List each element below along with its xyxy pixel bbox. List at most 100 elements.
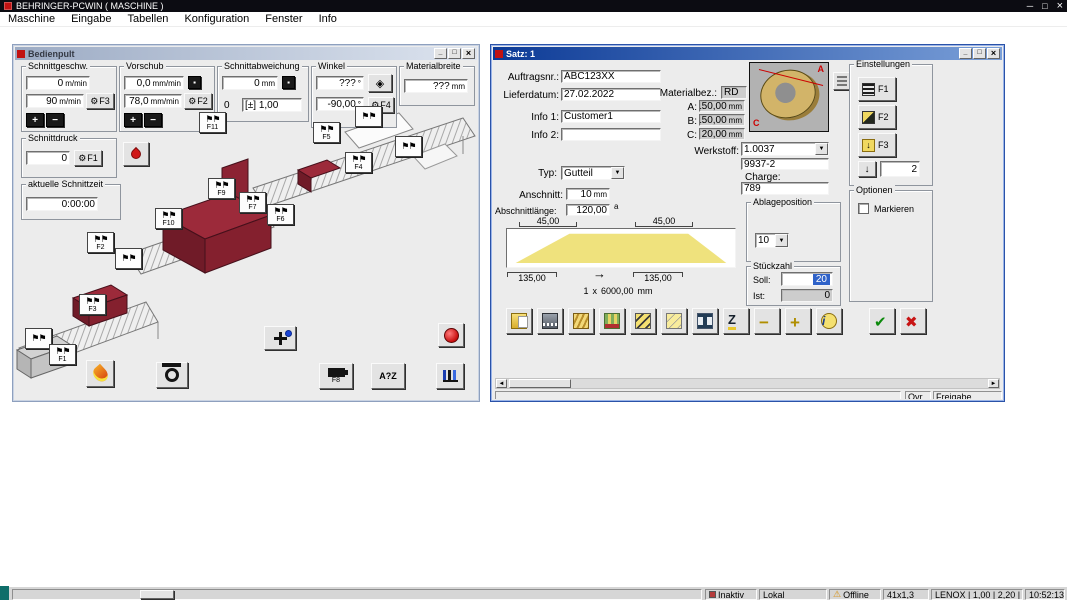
app-minimize-button[interactable] bbox=[1027, 1, 1033, 11]
machine-button-f3[interactable]: F3 bbox=[79, 294, 106, 315]
tolerance-field[interactable]: [±] 1,00 bbox=[242, 98, 302, 112]
vorschub-settings-button[interactable]: F2 bbox=[184, 93, 212, 109]
minimize-button[interactable] bbox=[959, 48, 972, 59]
machine-button-n2[interactable] bbox=[355, 106, 382, 127]
machine-button-f2[interactable]: F2 bbox=[87, 232, 114, 253]
stop-button[interactable] bbox=[438, 323, 464, 347]
werkstoff-name-field[interactable]: 9937-2 bbox=[741, 158, 829, 170]
menu-item-konfiguration[interactable]: Konfiguration bbox=[176, 13, 257, 25]
pallet-button[interactable] bbox=[599, 308, 625, 334]
scroll-right-button[interactable] bbox=[988, 379, 999, 388]
length: 6000,00 bbox=[601, 286, 634, 296]
charge-field[interactable]: 789 bbox=[741, 182, 829, 195]
info2-field[interactable] bbox=[561, 128, 661, 141]
machine-button-f5[interactable]: F5 bbox=[313, 122, 340, 143]
group-label: Materialbreite bbox=[404, 61, 463, 71]
einstellungen-count-field[interactable]: 2 bbox=[880, 161, 920, 177]
horizontal-scrollbar[interactable] bbox=[495, 378, 1000, 389]
machine-button-f6[interactable]: F6 bbox=[267, 204, 294, 225]
machine-button-f11[interactable]: F11 bbox=[199, 112, 226, 133]
material-stack-button[interactable] bbox=[568, 308, 594, 334]
mdi-scroll-thumb[interactable] bbox=[140, 590, 174, 599]
machine-button-f9[interactable]: F9 bbox=[208, 178, 235, 199]
anschnitt-field[interactable]: 10mm bbox=[566, 188, 610, 200]
menu-item-tabellen[interactable]: Tabellen bbox=[119, 13, 176, 25]
schnittgeschw-increase-button[interactable] bbox=[26, 113, 44, 127]
markieren-checkbox[interactable] bbox=[858, 203, 869, 214]
vorschub-increase-button[interactable] bbox=[124, 113, 142, 127]
close-button[interactable] bbox=[987, 48, 1000, 59]
minimize-button[interactable] bbox=[434, 48, 447, 59]
bedienpult-titlebar[interactable]: Bedienpult bbox=[15, 47, 477, 60]
schnittgeschw-settings-button[interactable]: F3 bbox=[86, 93, 114, 109]
winkel-target-button[interactable] bbox=[368, 74, 392, 92]
schnittdruck-settings-button[interactable]: F1 bbox=[74, 150, 102, 166]
schnittdruck-field[interactable]: 0 bbox=[26, 151, 70, 165]
coolant-button[interactable] bbox=[123, 142, 149, 166]
vorschub-mode-button[interactable] bbox=[188, 76, 201, 89]
auftragsnr-field[interactable]: ABC123XX bbox=[561, 70, 661, 83]
vorschub-decrease-button[interactable] bbox=[144, 113, 162, 127]
saw-band-button[interactable] bbox=[537, 308, 563, 334]
typ-combo[interactable]: Gutteil bbox=[561, 166, 625, 180]
info1-field[interactable]: Customer1 bbox=[561, 110, 661, 123]
chevron-down-icon[interactable] bbox=[775, 234, 788, 247]
abschnitt-field[interactable]: 120,00 bbox=[566, 204, 610, 216]
position-button[interactable] bbox=[264, 326, 296, 350]
ablageposition-combo[interactable]: 10 bbox=[755, 233, 789, 248]
machine-button-n4[interactable] bbox=[395, 136, 422, 157]
setting-f3-button[interactable]: F3 bbox=[858, 133, 896, 157]
schnittabweichung-mode-button[interactable] bbox=[282, 76, 295, 89]
remove-button[interactable] bbox=[754, 308, 780, 334]
machine-button-f4[interactable]: F4 bbox=[345, 152, 372, 173]
scroll-left-button[interactable] bbox=[496, 379, 507, 388]
chevron-down-icon[interactable] bbox=[815, 143, 828, 155]
scrollbar-thumb[interactable] bbox=[509, 379, 571, 388]
close-button[interactable] bbox=[462, 48, 475, 59]
menu-item-eingabe[interactable]: Eingabe bbox=[63, 13, 119, 25]
app-icon bbox=[4, 2, 12, 10]
torch-button[interactable] bbox=[86, 360, 114, 387]
hatch-dark-button[interactable] bbox=[630, 308, 656, 334]
schnittgeschw-set-field[interactable]: 90m/min bbox=[26, 94, 84, 108]
chart-button[interactable] bbox=[436, 363, 464, 389]
machine-button-f7[interactable]: F7 bbox=[239, 192, 266, 213]
maximize-button[interactable] bbox=[448, 48, 461, 59]
battery-button[interactable]: F8 bbox=[319, 363, 353, 389]
machine-button-n10[interactable] bbox=[115, 248, 142, 269]
dim-top-right: 45,00 bbox=[635, 216, 693, 227]
werkstoff-combo[interactable]: 1.0037 bbox=[741, 142, 829, 156]
lower-button[interactable] bbox=[858, 161, 876, 177]
profile-button[interactable] bbox=[692, 308, 718, 334]
menu-item-fenster[interactable]: Fenster bbox=[257, 13, 310, 25]
confirm-button[interactable] bbox=[869, 308, 895, 334]
machine-button-f10[interactable]: F10 bbox=[155, 208, 182, 229]
dim-c-marker: C bbox=[753, 118, 760, 128]
cancel-button[interactable] bbox=[900, 308, 926, 334]
chevron-down-icon[interactable] bbox=[611, 167, 624, 179]
machine-button-n12[interactable] bbox=[25, 328, 52, 349]
satz-titlebar[interactable]: Satz: 1 bbox=[493, 47, 1002, 60]
sort-label: A?Z bbox=[379, 371, 397, 381]
soll-field[interactable]: 20 bbox=[781, 272, 833, 286]
value: 10 bbox=[581, 189, 592, 200]
machine-button-f1[interactable]: F1 bbox=[49, 344, 76, 365]
value: 9937-2 bbox=[744, 159, 775, 170]
clamp-button[interactable] bbox=[156, 362, 188, 388]
app-close-button[interactable] bbox=[1057, 1, 1063, 11]
sort-button[interactable]: A?Z bbox=[371, 363, 405, 389]
add-button[interactable] bbox=[785, 308, 811, 334]
z-position-button[interactable] bbox=[723, 308, 749, 334]
menu-item-info[interactable]: Info bbox=[311, 13, 345, 25]
hatch-light-button[interactable] bbox=[661, 308, 687, 334]
info-button[interactable] bbox=[816, 308, 842, 334]
setting-f1-button[interactable]: F1 bbox=[858, 77, 896, 101]
clock: 10:52:13 bbox=[1029, 590, 1064, 600]
setting-f2-button[interactable]: F2 bbox=[858, 105, 896, 129]
vorschub-set-field[interactable]: 78,0mm/min bbox=[124, 94, 182, 108]
schnittgeschw-decrease-button[interactable] bbox=[46, 113, 64, 127]
maximize-button[interactable] bbox=[973, 48, 986, 59]
open-button[interactable] bbox=[506, 308, 532, 334]
menu-item-maschine[interactable]: Maschine bbox=[0, 13, 63, 25]
app-maximize-button[interactable] bbox=[1042, 1, 1047, 11]
